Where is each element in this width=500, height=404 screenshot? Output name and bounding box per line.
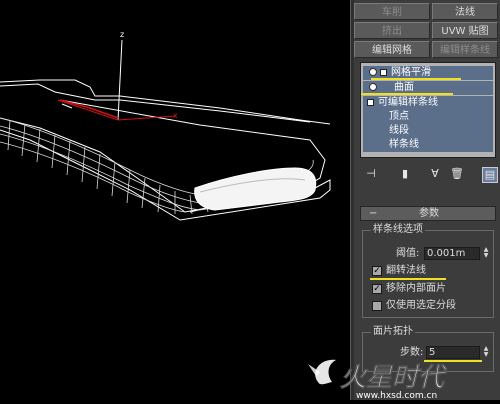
parameters-rollout-header[interactable]: − 参数 — [360, 206, 496, 221]
make-unique-icon[interactable]: ∀ — [428, 167, 442, 181]
stack-item-segment[interactable]: 线段 — [363, 124, 493, 138]
edit-spline-button[interactable]: 编辑样条线 — [432, 41, 498, 58]
extrude-button[interactable]: 挤出 — [354, 22, 430, 39]
remove-interior-checkbox[interactable]: ✓ — [372, 284, 382, 294]
stack-item-spline[interactable]: 样条线 — [363, 138, 493, 152]
configure-sets-icon[interactable]: ▤ — [482, 167, 498, 183]
stack-item-vertex[interactable]: 顶点 — [363, 110, 493, 124]
highlight-underline — [370, 278, 446, 280]
remove-modifier-icon[interactable]: 🗑 — [450, 167, 464, 181]
viewport-3d[interactable]: z x — [0, 0, 350, 400]
threshold-field[interactable]: 0.001m — [424, 247, 480, 260]
lightbulb-icon[interactable] — [369, 83, 377, 91]
threshold-spinner[interactable]: ▲ ▼ — [482, 247, 490, 260]
lathe-button[interactable]: 车削 — [354, 3, 430, 20]
svg-text:z: z — [120, 30, 124, 39]
watermark-logo: 火星时代 www.hxsd.com.cn — [300, 352, 500, 401]
threshold-label: 阈值: — [396, 248, 420, 259]
transform-gizmo[interactable]: z x — [57, 30, 178, 121]
stack-item-label: 可编辑样条线 — [378, 97, 438, 108]
stack-item-label: 网格平滑 — [391, 67, 431, 78]
flip-normals-checkbox[interactable]: ✓ — [372, 266, 382, 276]
pin-stack-icon[interactable]: ⊣ — [364, 167, 378, 181]
modifier-stack[interactable]: 网格平滑 曲面 可编辑样条线 顶点 线段 样条线 — [360, 62, 496, 158]
wireframe-model: z x — [0, 30, 331, 221]
remove-interior-label: 移除内部面片 — [386, 283, 446, 294]
svg-text:x: x — [173, 111, 178, 120]
lightbulb-icon[interactable] — [369, 68, 377, 76]
command-panel: 车削 法线 挤出 UVW 贴图 编辑网格 编辑样条线 网格平滑 曲面 可编辑样条… — [354, 0, 500, 400]
uvw-map-button[interactable]: UVW 贴图 — [432, 22, 498, 39]
collapse-icon[interactable] — [367, 98, 374, 106]
flip-normals-label: 翻转法线 — [386, 265, 426, 276]
spline-options-label: 样条线选项 — [371, 224, 425, 236]
normal-button[interactable]: 法线 — [432, 3, 498, 20]
watermark-url: www.hxsd.com.cn — [356, 391, 437, 400]
watermark-brand: 火星时代 — [340, 363, 448, 393]
stack-item-label: 样条线 — [389, 139, 419, 150]
highlight-underline — [361, 93, 453, 95]
edit-mesh-button[interactable]: 编辑网格 — [354, 41, 430, 58]
highlight-underline — [371, 78, 461, 80]
rollout-title: 参数 — [419, 208, 439, 219]
stack-item-label: 顶点 — [389, 111, 409, 122]
use-selected-segments-checkbox[interactable] — [372, 301, 382, 311]
stack-item-editable-spline[interactable]: 可编辑样条线 — [363, 96, 493, 110]
stack-toolbar: ⊣ ▮ ∀ 🗑 ▤ — [354, 164, 500, 186]
show-end-result-icon[interactable]: ▮ — [398, 167, 412, 181]
stack-item-label: 线段 — [389, 125, 409, 136]
stack-item-label: 曲面 — [394, 82, 414, 93]
patch-topology-label: 面片拓扑 — [371, 326, 415, 338]
use-selected-segments-label: 仅使用选定分段 — [386, 300, 456, 311]
expand-icon[interactable] — [380, 68, 387, 76]
